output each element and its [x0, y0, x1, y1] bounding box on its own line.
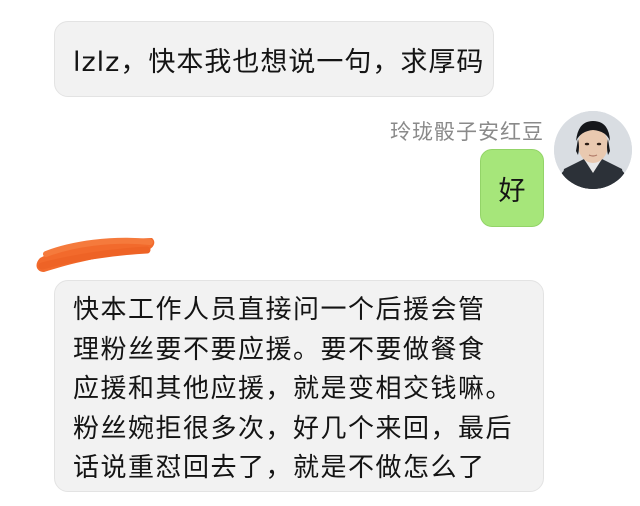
- avatar[interactable]: [554, 111, 632, 189]
- message-line: 粉丝婉拒很多次，好几个来回，最后: [73, 413, 514, 444]
- received-message-bubble[interactable]: 快本工作人员直接问一个后援会管 理粉丝要不要应援。要不要做餐食 应援和其他应援，…: [54, 280, 544, 492]
- message-line: 理粉丝要不要应援。要不要做餐食: [73, 334, 486, 365]
- sender-name: 玲珑骰子安红豆: [390, 120, 544, 144]
- message-text: 好: [498, 175, 526, 207]
- received-message-bubble[interactable]: lzlz，快本我也想说一句，求厚码: [54, 21, 494, 97]
- message-line: 快本工作人员直接问一个后援会管: [73, 295, 486, 325]
- message-text: lzlz，快本我也想说一句，求厚码: [73, 46, 485, 78]
- message-line: 应援和其他应援，就是变相交钱嘛。: [73, 374, 514, 404]
- avatar-image: [554, 111, 632, 189]
- message-line: 话说重怼回去了，就是不做怎么了: [73, 453, 486, 483]
- redaction-scribble: [36, 237, 155, 272]
- sent-message-bubble[interactable]: 好: [480, 149, 544, 227]
